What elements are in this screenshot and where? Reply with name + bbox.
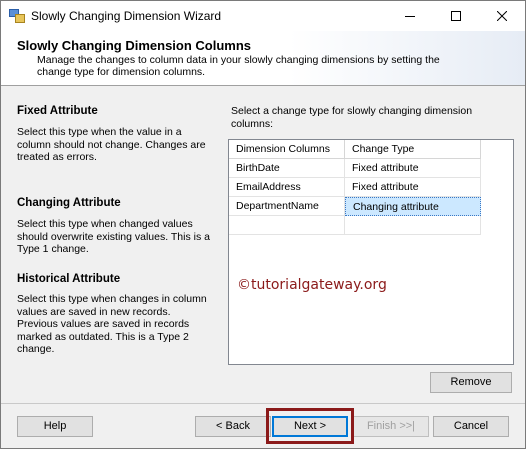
change-type-grid: Dimension Columns Change Type BirthDate … bbox=[228, 139, 514, 365]
minimize-button[interactable] bbox=[387, 1, 433, 31]
remove-button[interactable]: Remove bbox=[430, 372, 512, 393]
watermark: ©tutorialgateway.org bbox=[237, 277, 387, 293]
grid-cell-new-row[interactable] bbox=[345, 216, 481, 235]
fixed-attribute-title: Fixed Attribute bbox=[17, 105, 98, 117]
wizard-app-icon bbox=[9, 9, 25, 23]
column-header-dimension-columns[interactable]: Dimension Columns bbox=[229, 140, 345, 159]
column-header-change-type[interactable]: Change Type bbox=[345, 140, 481, 159]
help-button[interactable]: Help bbox=[17, 416, 93, 437]
cancel-button[interactable]: Cancel bbox=[433, 416, 509, 437]
grid-cell-new-row[interactable] bbox=[229, 216, 345, 235]
maximize-icon bbox=[451, 11, 461, 21]
close-button[interactable] bbox=[479, 1, 525, 31]
minimize-icon bbox=[405, 16, 415, 17]
grid-cell-change-type[interactable]: Fixed attribute bbox=[345, 178, 481, 197]
wizard-header: Slowly Changing Dimension Columns Manage… bbox=[1, 31, 525, 86]
changing-attribute-title: Changing Attribute bbox=[17, 197, 121, 209]
page-description: Manage the changes to column data in you… bbox=[37, 54, 440, 78]
finish-button[interactable]: Finish >>| bbox=[353, 416, 429, 437]
maximize-button[interactable] bbox=[433, 1, 479, 31]
grid-instruction: Select a change type for slowly changing… bbox=[231, 105, 473, 130]
back-button[interactable]: < Back bbox=[195, 416, 271, 437]
window-title: Slowly Changing Dimension Wizard bbox=[31, 9, 222, 23]
grid-cell-column-name[interactable]: EmailAddress bbox=[229, 178, 345, 197]
grid-cell-change-type-selected[interactable]: Changing attribute bbox=[345, 197, 481, 216]
next-button-highlight bbox=[266, 408, 354, 444]
page-title: Slowly Changing Dimension Columns bbox=[17, 38, 252, 53]
footer-divider bbox=[1, 403, 525, 404]
historical-attribute-title: Historical Attribute bbox=[17, 273, 121, 285]
title-bar: Slowly Changing Dimension Wizard bbox=[1, 1, 525, 31]
close-icon bbox=[497, 11, 507, 21]
grid-cell-column-name[interactable]: DepartmentName bbox=[229, 197, 345, 216]
fixed-attribute-description: Select this type when the value in a col… bbox=[17, 126, 206, 163]
grid-cell-change-type[interactable]: Fixed attribute bbox=[345, 159, 481, 178]
wizard-window: Slowly Changing Dimension Wizard Slowly … bbox=[0, 0, 526, 449]
changing-attribute-description: Select this type when changed values sho… bbox=[17, 218, 210, 255]
grid-cell-column-name[interactable]: BirthDate bbox=[229, 159, 345, 178]
historical-attribute-description: Select this type when changes in column … bbox=[17, 293, 207, 355]
